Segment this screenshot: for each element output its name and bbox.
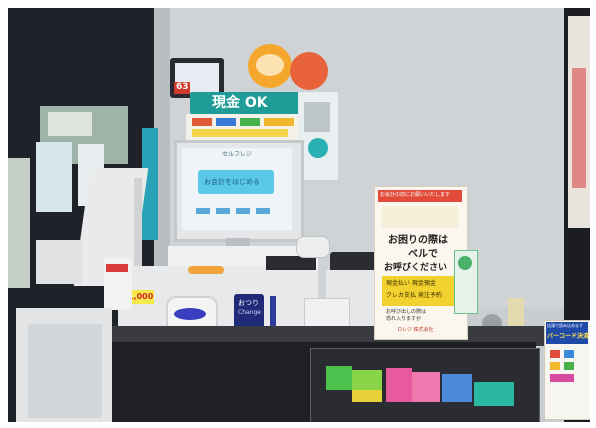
candy-green-2 [352, 370, 382, 392]
left-cabinet-shade [28, 324, 102, 418]
counter-sign-box-1: 現金払い 現金預金 [386, 280, 436, 287]
pop-sticker-round-2 [290, 52, 328, 90]
payment-logo-e [192, 129, 288, 137]
counter-sign-main-1: お困りの際は [388, 235, 448, 246]
pop-sticker-inner [256, 54, 284, 76]
bill-slot-small: Change [238, 309, 261, 316]
sign-number: 63 [176, 82, 189, 92]
right-poster-strip [572, 68, 586, 188]
left-poster [36, 142, 72, 212]
counter-sign-bottom-1: お呼び出しの際は [386, 309, 427, 315]
payment-logo-c [240, 118, 260, 126]
barcode-logo-2 [564, 350, 574, 358]
barcode-logo-3 [550, 362, 560, 370]
counter-sign-main-3: お呼びください [384, 263, 448, 273]
screen-start-label: お会計をはじめる [204, 178, 260, 186]
green-side-card-circle [458, 256, 472, 270]
left-shelf-light [8, 158, 30, 288]
side-card-circle [308, 138, 328, 158]
candy-teal [474, 382, 514, 406]
glass-cup [508, 298, 524, 326]
black-receipt-printer [266, 256, 316, 270]
screen-small-btn-1[interactable] [196, 208, 210, 214]
counter-sign-top-text: お会計の前にお願いいたします [380, 192, 451, 198]
orange-button[interactable] [188, 266, 224, 274]
counter-sign-bottom-2: 恐れ入りますが [386, 316, 422, 322]
photo-frame: 63 現金 OK セルフレジ お会計をはじめる おつり Change 1,000 [8, 8, 590, 422]
cash-ok-text: 現金 OK [212, 95, 268, 111]
left-label-red [106, 264, 128, 272]
barcode-logo-5 [550, 374, 574, 382]
scanner-head [36, 240, 82, 284]
screen-header: セルフレジ [222, 151, 253, 158]
candy-pink-2 [412, 372, 440, 402]
coin-tray-inner [174, 308, 206, 320]
payment-logo-d [264, 118, 294, 126]
candy-yellow [352, 390, 382, 402]
handheld-scanner[interactable] [296, 236, 330, 258]
screen-small-btn-4[interactable] [256, 208, 270, 214]
screen-small-btn-2[interactable] [216, 208, 230, 214]
candy-green-1 [326, 366, 352, 390]
barcode-logo-1 [550, 350, 560, 358]
barcode-sign-top: 店頭で読み込めます [547, 323, 583, 328]
barcode-sign-title: バーコード決済 [547, 333, 590, 340]
service-bell[interactable] [482, 314, 502, 326]
counter-sign-main-2: ベルで [408, 249, 438, 260]
barcode-logo-4 [564, 362, 574, 370]
payment-logo-a [192, 118, 212, 126]
left-window-inner [48, 112, 92, 136]
counter-sign-box-2: クレカ支払 発注予約 [386, 292, 442, 299]
bill-slot-label: おつり [238, 299, 259, 307]
counter-sign-icons [382, 206, 458, 228]
bill-slot-bar[interactable] [270, 296, 276, 330]
payment-logo-b [216, 118, 236, 126]
candy-pink-1 [386, 368, 412, 402]
counter-sign-footer: Dレジ 株式会社 [398, 327, 434, 333]
screen-small-btn-3[interactable] [236, 208, 250, 214]
candy-blue [442, 374, 472, 402]
side-card-slot [304, 102, 330, 132]
